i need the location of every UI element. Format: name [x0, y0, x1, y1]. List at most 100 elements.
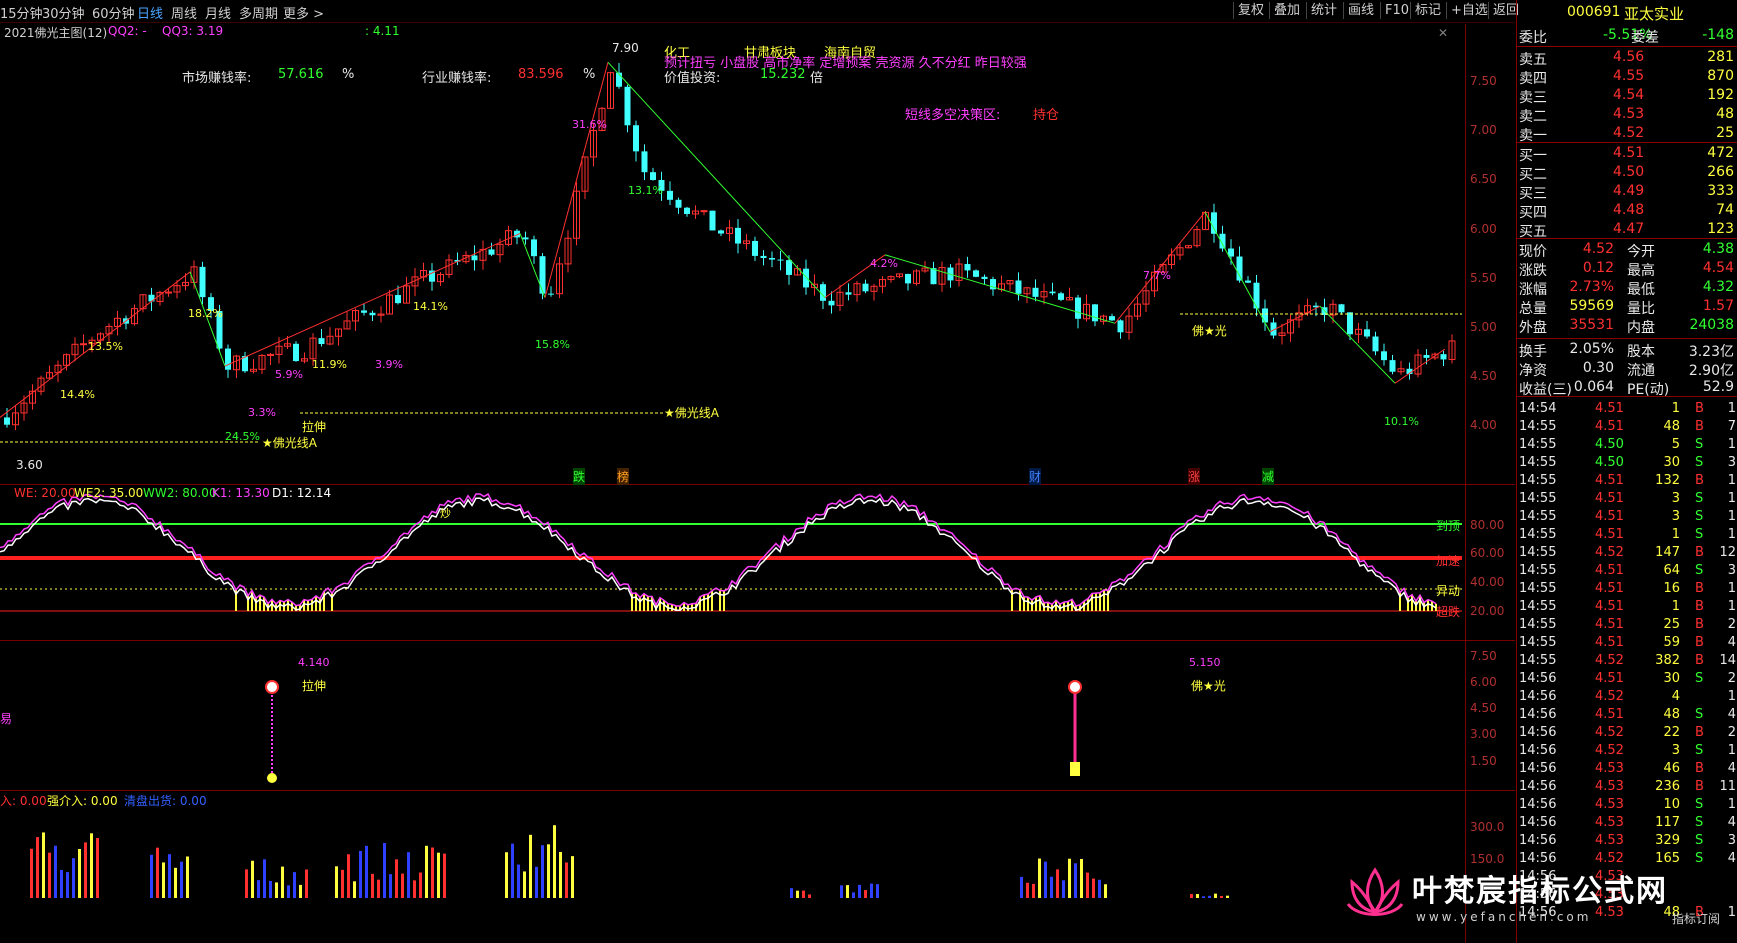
period-multi[interactable]: 多周期: [239, 3, 278, 22]
tick-time: 14:55: [1519, 455, 1557, 470]
market-win-unit: %: [342, 67, 355, 82]
tick-time: 14:55: [1519, 545, 1557, 560]
period-monthly[interactable]: 月线: [205, 3, 231, 22]
tick-time: 14:56: [1519, 743, 1557, 758]
event-mark[interactable]: 涨: [1188, 468, 1201, 485]
tick-row: 14:55 4.51 3 S 1: [1517, 508, 1737, 526]
pct-label: 31.6%: [572, 118, 607, 131]
volume-bar: [1104, 884, 1107, 898]
indicator-name[interactable]: 2021佛光主图(12): [4, 24, 107, 41]
volume-bar: [1032, 883, 1035, 898]
volume-bar: [180, 861, 183, 898]
kdj-group: [0, 492, 1462, 612]
candle-body: [488, 249, 495, 255]
ask-volume: 192: [1707, 87, 1734, 103]
volume-bar: [257, 880, 260, 898]
volume-bar: [90, 833, 93, 898]
add-watchlist-button[interactable]: +自选: [1446, 2, 1492, 19]
stat-value: 4.38: [1702, 241, 1734, 257]
period-toolbar: 15分钟 30分钟 60分钟 日线 周线 月线 多周期 更多 > 复权 叠加 统…: [0, 0, 1519, 23]
volume-bar: [275, 882, 278, 898]
volume-bar: [517, 864, 520, 898]
tick-volume: 1: [1671, 599, 1680, 614]
ask-price: 4.54: [1613, 87, 1645, 103]
tick-row: 14:54 4.51 1 B 1: [1517, 400, 1737, 418]
fuquan-button[interactable]: 复权: [1233, 2, 1268, 19]
volume-bar: [305, 869, 308, 898]
f10-button[interactable]: F10: [1380, 2, 1413, 19]
stat-label: 今开: [1627, 244, 1655, 260]
value-invest-value: 15.232: [760, 67, 806, 82]
period-60min[interactable]: 60分钟: [92, 3, 135, 22]
tick-direction: S: [1695, 437, 1704, 452]
candle-body: [1058, 293, 1064, 300]
pct-label: 14.1%: [413, 300, 448, 313]
tick-volume: 30: [1663, 455, 1680, 470]
event-mark[interactable]: 减: [1262, 468, 1275, 485]
close-panel-icon[interactable]: ✕: [1438, 26, 1448, 40]
volume-bar: [335, 866, 338, 898]
volume-bar: [401, 873, 404, 898]
site-watermark: 叶梵宸指标公式网 www.yefanchen.com 指标订阅: [1340, 860, 1737, 940]
candle-body: [1389, 360, 1396, 372]
volume-bar: [846, 885, 849, 898]
volume-bar: [1196, 894, 1199, 898]
draw-line-button[interactable]: 画线: [1343, 2, 1378, 19]
period-15min[interactable]: 15分钟: [0, 3, 43, 22]
period-30min[interactable]: 30分钟: [42, 3, 85, 22]
tick-direction: B: [1695, 599, 1704, 614]
stats-button[interactable]: 统计: [1306, 2, 1341, 19]
stock-name: 亚太实业: [1624, 5, 1685, 23]
pct-label: 14.4%: [60, 388, 95, 401]
bid-price: 4.51: [1613, 145, 1645, 161]
trend-line: [1394, 348, 1446, 384]
mark-button[interactable]: 标记: [1410, 2, 1445, 19]
tick-volume: 48: [1663, 707, 1680, 722]
volume-group: [30, 825, 1229, 898]
tick-price: 4.53: [1595, 815, 1624, 830]
volume-bar: [876, 884, 879, 898]
volume-bar: [858, 884, 861, 898]
candle-body: [539, 256, 546, 294]
tick-price: 4.53: [1595, 761, 1624, 776]
candle-body: [80, 343, 87, 346]
ask-volume: 48: [1716, 106, 1734, 122]
overlay-button[interactable]: 叠加: [1269, 2, 1304, 19]
trend-line: [1269, 305, 1321, 333]
tick-price: 4.52: [1595, 689, 1624, 704]
stat-label: 最高: [1627, 263, 1655, 279]
event-mark[interactable]: 财: [1029, 468, 1042, 485]
period-daily[interactable]: 日线: [137, 3, 163, 22]
chart-canvas[interactable]: [0, 22, 1515, 943]
tick-price: 4.51: [1595, 473, 1624, 488]
y-tick: 5.50: [1470, 271, 1497, 285]
tick-count: 1: [1727, 401, 1736, 416]
tick-price: 4.51: [1595, 599, 1624, 614]
tick-volume: 117: [1655, 815, 1680, 830]
fundamental-row: 收益(三) 0.064 PE(动) 52.9: [1517, 378, 1737, 398]
tick-row: 14:55 4.51 48 B 7: [1517, 418, 1737, 436]
volume-bar: [1092, 878, 1095, 898]
pct-label: 3.3%: [248, 406, 276, 419]
event-mark[interactable]: 榜: [617, 468, 630, 485]
tick-volume: 1: [1671, 527, 1680, 542]
candle-body: [318, 338, 325, 345]
tick-time: 14:55: [1519, 437, 1557, 452]
candle-body: [641, 151, 648, 173]
event-mark[interactable]: 跌: [573, 468, 586, 485]
stat-label: 现价: [1519, 244, 1547, 260]
period-more[interactable]: 更多 >: [283, 3, 324, 22]
tick-volume: 5: [1671, 437, 1680, 452]
tick-row: 14:55 4.51 3 S 1: [1517, 490, 1737, 508]
period-weekly[interactable]: 周线: [171, 3, 197, 22]
candle-body: [667, 190, 673, 200]
volume-bar: [535, 866, 538, 898]
foguang-label: 佛★光: [1192, 324, 1227, 338]
tick-direction: S: [1695, 707, 1704, 722]
tick-count: 1: [1727, 743, 1736, 758]
pct-label: 3.9%: [375, 358, 403, 371]
tick-volume: 147: [1655, 545, 1680, 560]
tick-count: 1: [1727, 599, 1736, 614]
tick-direction: S: [1695, 563, 1704, 578]
tick-row: 14:56 4.52 4 1: [1517, 688, 1737, 706]
